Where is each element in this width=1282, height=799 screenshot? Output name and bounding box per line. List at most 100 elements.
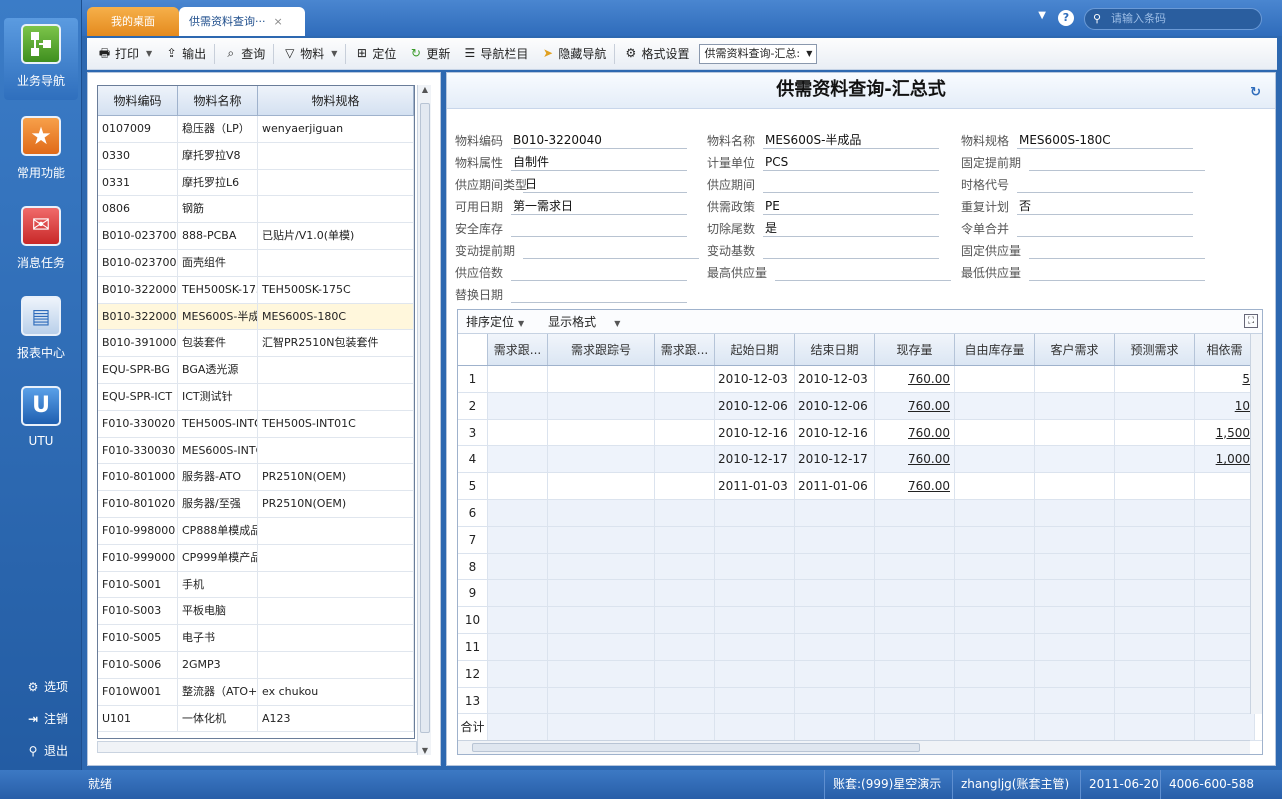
grid-column-header[interactable]: 需求跟... xyxy=(655,334,715,365)
nav-columns-button[interactable]: ☰ 导航栏目 xyxy=(456,42,534,66)
table-row[interactable]: EQU-SPR-ICT ICT测试针 xyxy=(98,383,414,411)
scroll-thumb[interactable] xyxy=(472,743,920,752)
grid-row[interactable]: 7 xyxy=(458,526,1262,554)
nav-common[interactable]: ★ 常用功能 xyxy=(4,116,78,181)
table-row[interactable]: F010-S003 平板电脑 xyxy=(98,598,414,626)
grid-row[interactable]: 8 xyxy=(458,553,1262,581)
update-button[interactable]: ↻ 更新 xyxy=(402,42,456,66)
table-row[interactable]: F010-330020TEH500S-INTO1TEH500S-INT01C xyxy=(98,410,414,438)
display-format-button[interactable]: 显示格式 ▼ xyxy=(548,313,620,330)
nav-business[interactable]: 业务导航 xyxy=(4,18,78,100)
sort-locate-button[interactable]: 排序定位 ▼ xyxy=(466,313,524,330)
material-filter-button[interactable]: ▽ 物料 ▼ xyxy=(276,42,343,66)
grid-cell xyxy=(1195,633,1255,660)
table-row[interactable]: F010-999000 CP999单模产品 xyxy=(98,544,414,572)
exit-link[interactable]: ⚲ 退出 xyxy=(26,742,68,759)
table-cell: 摩托罗拉V8 xyxy=(178,142,258,169)
tab-supply-demand-query[interactable]: 供需资料查询··· × xyxy=(179,7,305,36)
table-row[interactable]: EQU-SPR-BG BGA透光源 xyxy=(98,357,414,384)
grid-column-header[interactable]: 结束日期 xyxy=(795,334,875,365)
grid-row[interactable]: 11 xyxy=(458,633,1262,661)
table-row[interactable]: B010-391000 包装套件 汇智PR2510N包装套件 xyxy=(98,330,414,358)
table-row[interactable]: F010-S001 手机 xyxy=(98,571,414,599)
format-settings-button[interactable]: ⚙ 格式设置 xyxy=(617,42,695,66)
export-button[interactable]: ⇪ 输出 xyxy=(158,42,212,66)
field-repeat-plan: 重复计划否 xyxy=(961,197,1193,215)
grid-column-header[interactable]: 现存量 xyxy=(875,334,955,365)
table-row[interactable]: B010-023700 888-PCBA 已贴片/V1.0(单模) xyxy=(98,223,414,250)
logout-link[interactable]: ⇥ 注销 xyxy=(26,710,68,727)
grid-column-header[interactable]: 客户需求 xyxy=(1035,334,1115,365)
table-row[interactable]: 0330 摩托罗拉V8 xyxy=(98,142,414,170)
tab-desktop[interactable]: 我的桌面 xyxy=(87,7,179,36)
table-row[interactable]: F010-801000 服务器-ATO PR2510N(OEM) xyxy=(98,464,414,492)
grid-row[interactable]: 10 xyxy=(458,607,1262,634)
grid-cell xyxy=(1115,660,1195,687)
options-label: 选项 xyxy=(44,680,69,694)
table-row[interactable]: B010-322000TEH500SK-1750TEH500SK-175C xyxy=(98,276,414,304)
table-cell xyxy=(258,249,414,276)
grid-row[interactable]: 6 xyxy=(458,499,1262,527)
grid-row[interactable]: 9 xyxy=(458,580,1262,608)
row-number: 2 xyxy=(458,392,488,419)
grid-row[interactable]: 2 2010-12-06 2010-12-06 760.00 10 xyxy=(458,392,1262,420)
column-header[interactable]: 物料规格 xyxy=(258,86,414,115)
refresh-icon[interactable]: ↻ xyxy=(1250,85,1261,100)
barcode-search-input[interactable]: ⚲ 请输入条码 xyxy=(1084,8,1262,30)
grid-vertical-scrollbar[interactable] xyxy=(1250,334,1262,714)
table-row[interactable]: 0806 钢筋 xyxy=(98,196,414,224)
nav-utu[interactable]: U UTU xyxy=(4,386,78,448)
table-row[interactable]: B010-023700 面壳组件 xyxy=(98,249,414,277)
vertical-scrollbar[interactable]: ▲ ▼ xyxy=(417,85,431,755)
grid-row[interactable]: 12 xyxy=(458,660,1262,688)
grid-column-header[interactable]: 起始日期 xyxy=(715,334,795,365)
nav-messages[interactable]: ✉ 消息任务 xyxy=(4,206,78,271)
hide-nav-button[interactable]: ➤ 隐藏导航 xyxy=(534,42,612,66)
grid-horizontal-scrollbar[interactable] xyxy=(458,740,1250,754)
grid-column-header[interactable]: 自由库存量 xyxy=(955,334,1035,365)
grid-cell xyxy=(955,714,1035,741)
grid-row[interactable]: 1 2010-12-03 2010-12-03 760.00 5 xyxy=(458,366,1262,393)
table-row[interactable]: B010-322000MES600S-半成品MES600S-180C xyxy=(98,303,414,331)
scroll-up-icon[interactable]: ▲ xyxy=(418,85,432,94)
grid-row[interactable]: 合计 xyxy=(458,714,1262,742)
column-header[interactable]: 物料编码 xyxy=(98,86,178,115)
scroll-thumb[interactable] xyxy=(420,103,430,733)
column-header[interactable]: 物料名称 xyxy=(178,86,258,115)
table-row[interactable]: F010-998000 CP888单模成品 xyxy=(98,517,414,545)
horizontal-scrollbar[interactable] xyxy=(97,741,417,753)
table-row[interactable]: F010-S005 电子书 xyxy=(98,625,414,652)
grid-row[interactable]: 3 2010-12-16 2010-12-16 760.00 1,500 xyxy=(458,419,1262,447)
query-button[interactable]: ⌕ 查询 xyxy=(217,42,271,66)
grid-column-header[interactable]: 需求跟踪号 xyxy=(548,334,655,365)
grid-column-header[interactable]: 预测需求 xyxy=(1115,334,1195,365)
expand-icon[interactable]: ⛶ xyxy=(1244,314,1258,328)
table-row[interactable]: 0331 摩托罗拉L6 xyxy=(98,169,414,197)
dropdown-arrow-icon[interactable]: ▼ xyxy=(1038,10,1046,21)
chevron-down-icon[interactable]: ▼ xyxy=(331,49,337,58)
chevron-down-icon[interactable]: ▼ xyxy=(146,49,152,58)
table-row[interactable]: 0107009 稳压器（LP） wenyaerjiguan xyxy=(98,116,414,143)
grid-row[interactable]: 13 xyxy=(458,687,1262,715)
table-row[interactable]: F010-S006 2GMP3 xyxy=(98,651,414,679)
table-row[interactable]: U101 一体化机 A123 xyxy=(98,705,414,733)
table-row[interactable]: F010W001整流器（ATO+测ex chukou xyxy=(98,678,414,706)
scroll-down-icon[interactable]: ▼ xyxy=(418,746,432,755)
help-icon[interactable]: ? xyxy=(1058,10,1074,26)
grid-row[interactable]: 4 2010-12-17 2010-12-17 760.00 1,000 xyxy=(458,446,1262,474)
grid-column-header[interactable]: 需求跟... xyxy=(488,334,548,365)
grid-cell xyxy=(1035,499,1115,526)
format-select[interactable]: 供需资料查询-汇总: ▼ xyxy=(699,43,818,64)
table-row[interactable]: F010-801020 服务器/至强 PR2510N(OEM) xyxy=(98,491,414,518)
table-cell: F010W001 xyxy=(98,678,178,705)
grid-cell xyxy=(1035,714,1115,741)
table-row[interactable]: F010-330030MES600S-INTO1 xyxy=(98,437,414,465)
table-cell: TEH500SK-175C xyxy=(258,276,414,303)
print-button[interactable]: 🖶 打印 ▼ xyxy=(91,42,158,66)
options-link[interactable]: ⚙ 选项 xyxy=(26,678,68,695)
grid-row[interactable]: 5 2011-01-03 2011-01-06 760.00 xyxy=(458,473,1262,500)
locate-button[interactable]: ⊞ 定位 xyxy=(348,42,402,66)
grid-column-header[interactable]: 相依需 xyxy=(1195,334,1255,365)
close-icon[interactable]: × xyxy=(274,15,283,28)
nav-reports[interactable]: ▤ 报表中心 xyxy=(4,296,78,361)
